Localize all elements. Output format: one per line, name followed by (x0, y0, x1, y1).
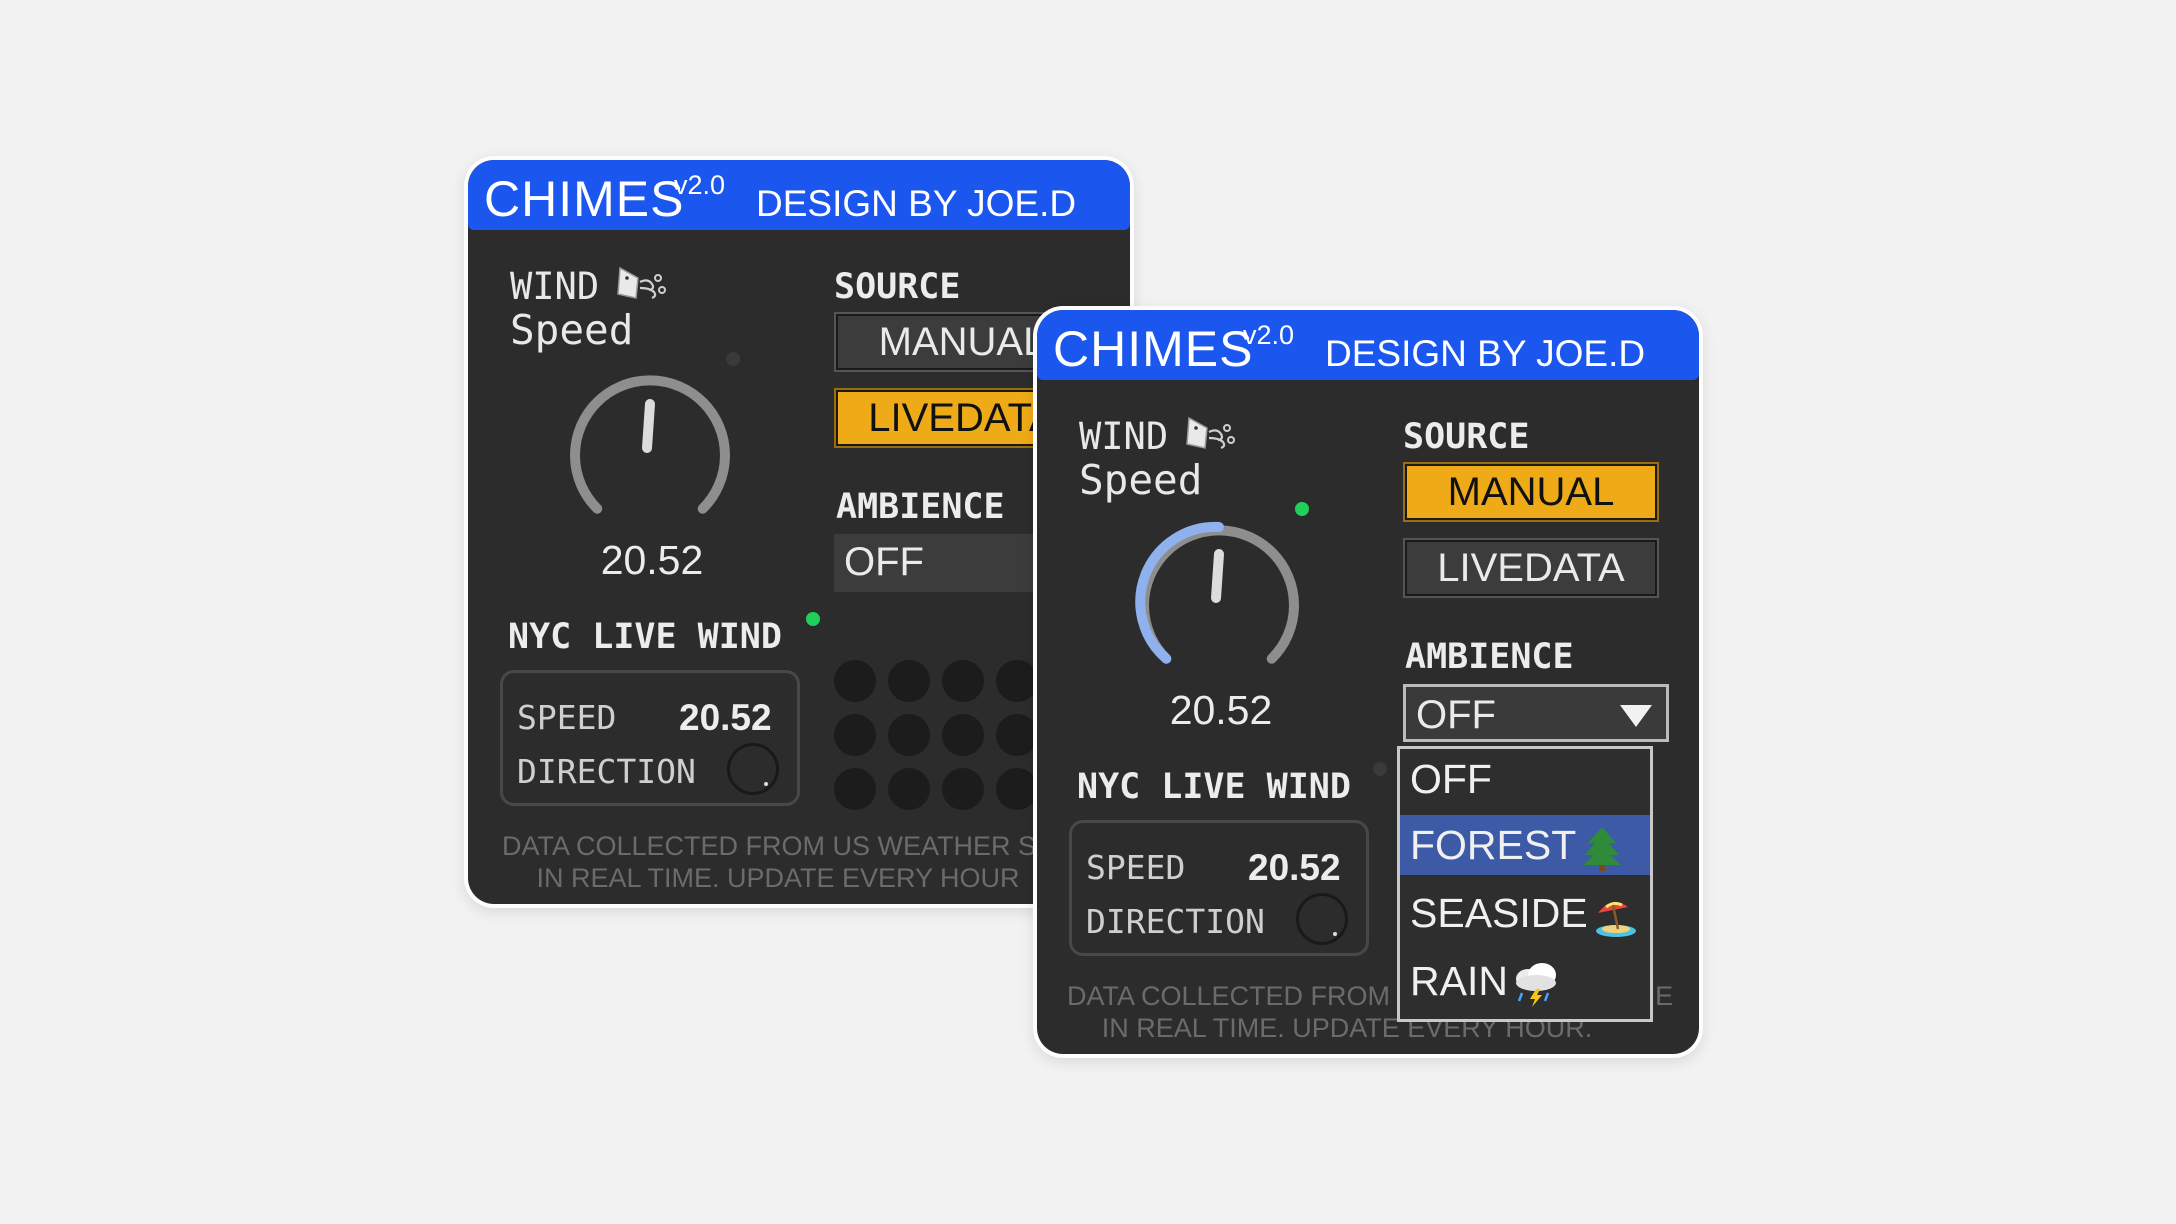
evergreen-tree-icon (1583, 827, 1622, 872)
plugin-panel: CHIMES v2.0 DESIGN BY JOE.D WIND Speed 2… (468, 160, 1130, 904)
grid-dot (942, 714, 984, 756)
source-label: SOURCE (834, 267, 961, 307)
storm-cloud-icon (1515, 963, 1556, 1008)
speed-label: Speed (1079, 456, 1203, 504)
grid-dot (996, 714, 1038, 756)
nyc-led (1373, 762, 1387, 776)
ambience-select[interactable]: OFF (1403, 684, 1669, 742)
grid-dot (834, 660, 876, 702)
nyc-speed-key: SPEED (517, 698, 617, 737)
speed-label: Speed (510, 306, 634, 354)
beach-umbrella-icon (1595, 902, 1636, 938)
option-label: SEASIDE (1410, 890, 1588, 936)
direction-indicator (1333, 932, 1337, 936)
wind-label: WIND (1079, 415, 1169, 458)
grid-dot (888, 714, 930, 756)
grid-dot (834, 714, 876, 756)
plugin-header: CHIMES v2.0 DESIGN BY JOE.D (1037, 310, 1699, 380)
footer-line-1-head: DATA COLLECTED FROM (1067, 981, 1391, 1011)
nyc-direction-key: DIRECTION (1086, 902, 1265, 941)
wind-led (1295, 502, 1309, 516)
nyc-speed-value: 20.52 (1248, 847, 1341, 888)
app-byline: DESIGN BY JOE.D (1325, 333, 1646, 374)
grid-dot (834, 768, 876, 810)
app-title: CHIMES (1053, 321, 1254, 377)
wind-speed-knob[interactable] (560, 362, 740, 542)
nyc-speed-key: SPEED (1086, 848, 1186, 887)
wind-speed-value: 20.52 (1169, 687, 1273, 733)
wind-face-icon (1186, 416, 1235, 450)
ambience-option-rain[interactable]: RAIN (1400, 951, 1650, 1011)
wind-speed-value: 20.52 (600, 537, 704, 583)
plugin-header: CHIMES v2.0 DESIGN BY JOE.D (468, 160, 1130, 230)
ambience-option-forest[interactable]: FOREST (1400, 815, 1650, 875)
grid-dot (888, 768, 930, 810)
nyc-led (806, 612, 820, 626)
ambience-dropdown-menu: OFF FOREST SEASIDE RAIN (1397, 746, 1653, 1022)
footer-line-1: DATA COLLECTED FROM US WEATHER SE (501, 831, 1055, 861)
grid-dot (888, 660, 930, 702)
source-livedata-button[interactable]: LIVEDATA (1403, 538, 1659, 598)
footer-line-1-tail: E (1655, 981, 1674, 1011)
grid-dot (996, 660, 1038, 702)
nyc-live-wind-label: NYC LIVE WIND (1077, 767, 1351, 807)
app-byline: DESIGN BY JOE.D (756, 183, 1077, 224)
grid-dot (942, 660, 984, 702)
grid-dot (942, 768, 984, 810)
direction-dial (1296, 893, 1348, 945)
ambience-option-seaside[interactable]: SEASIDE (1400, 883, 1650, 943)
direction-indicator (764, 782, 768, 786)
direction-dial (727, 743, 779, 795)
ambience-option-off[interactable]: OFF (1400, 749, 1650, 809)
wind-led (726, 352, 740, 366)
ambience-label: AMBIENCE (836, 487, 1005, 527)
ambience-select-value: OFF (1416, 693, 1496, 737)
dropdown-arrow-icon[interactable] (1620, 705, 1652, 727)
footer-note: DATA COLLECTED FROM US WEATHER SE IN REA… (498, 830, 1058, 894)
option-label: FOREST (1410, 822, 1577, 868)
wind-face-icon (617, 266, 666, 300)
wind-speed-knob[interactable] (1129, 512, 1309, 692)
source-manual-button[interactable]: MANUAL (1403, 462, 1659, 522)
nyc-live-wind-label: NYC LIVE WIND (508, 617, 782, 657)
grid-dot (996, 768, 1038, 810)
ambience-label: AMBIENCE (1405, 637, 1574, 677)
wind-label: WIND (510, 265, 600, 308)
footer-line-2: IN REAL TIME. UPDATE EVERY HOUR (536, 863, 1020, 893)
source-label: SOURCE (1403, 417, 1530, 457)
app-version: v2.0 (1243, 320, 1295, 350)
nyc-speed-value: 20.52 (679, 697, 772, 738)
app-title: CHIMES (484, 171, 685, 227)
option-label: RAIN (1410, 958, 1508, 1004)
nyc-live-wind-panel: SPEED 20.52 DIRECTION (500, 670, 800, 806)
option-label: OFF (1410, 756, 1492, 802)
nyc-live-wind-panel: SPEED 20.52 DIRECTION (1069, 820, 1369, 956)
app-version: v2.0 (674, 170, 726, 200)
ambience-select-value: OFF (844, 540, 924, 584)
nyc-direction-key: DIRECTION (517, 752, 696, 791)
